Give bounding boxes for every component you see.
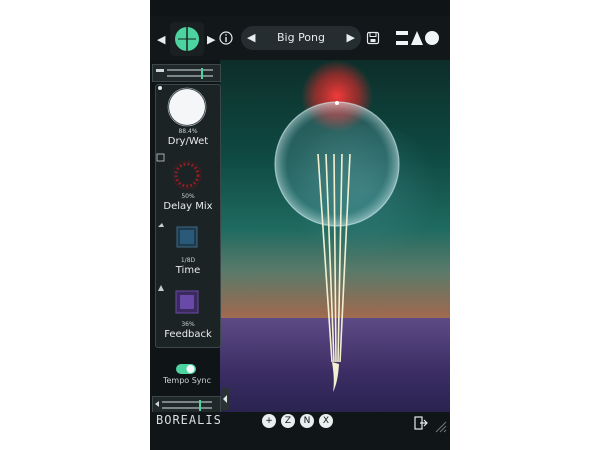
exit-icon[interactable] xyxy=(414,416,428,430)
next-logo-arrow-icon[interactable]: ▶ xyxy=(207,33,215,46)
orb-spark xyxy=(335,101,339,105)
delay-mix-label: Delay Mix xyxy=(163,201,213,212)
visualizer-scene xyxy=(220,60,450,412)
info-icon[interactable] xyxy=(219,31,233,45)
mode-add-button[interactable]: + xyxy=(262,414,276,428)
brand-wordmark: BOREALIS xyxy=(156,413,222,427)
tempo-sync-toggle[interactable] xyxy=(176,363,198,375)
feedback-value: 36% xyxy=(181,321,195,328)
input-meter-strip xyxy=(152,64,221,82)
resize-grip-icon[interactable] xyxy=(434,420,448,434)
preset-next-arrow-icon[interactable]: ▶ xyxy=(347,31,355,44)
logo-icon xyxy=(175,27,199,51)
time-label: Time xyxy=(175,265,201,276)
tempo-sync-label: Tempo Sync xyxy=(162,376,212,385)
dry-wet-label: Dry/Wet xyxy=(167,136,209,147)
dry-wet-value: 88.4% xyxy=(178,128,198,135)
plugin-window: ◀ ▶ ◀ Big Pong ▶ 88.4% Dry/Wet 50% Delay… xyxy=(150,0,450,450)
control-panel: 88.4% Dry/Wet 50% Delay Mix 1/8D Time 36… xyxy=(155,84,221,348)
mode-z-button[interactable]: Z xyxy=(281,414,295,428)
light-drip xyxy=(332,362,339,392)
brand-mark-icon xyxy=(396,31,439,45)
delay-mix-value: 50% xyxy=(181,193,195,200)
output-meter xyxy=(155,400,212,411)
mode-x-button[interactable]: X xyxy=(319,414,333,428)
save-icon[interactable] xyxy=(366,31,380,45)
panel-collapse-tab[interactable] xyxy=(221,388,229,410)
glass-sphere xyxy=(274,101,400,227)
preset-name: Big Pong xyxy=(276,31,325,44)
prev-logo-arrow-icon[interactable]: ◀ xyxy=(157,33,165,46)
input-meter xyxy=(156,68,213,79)
mode-n-button[interactable]: N xyxy=(300,414,314,428)
time-value: 1/8D xyxy=(180,257,196,264)
plugin-logo-button[interactable] xyxy=(170,22,204,56)
preset-selector[interactable]: ◀ Big Pong ▶ xyxy=(241,26,361,50)
feedback-label: Feedback xyxy=(164,329,212,340)
visualizer-svg xyxy=(274,60,400,392)
dry-wet-knob[interactable] xyxy=(156,85,220,133)
